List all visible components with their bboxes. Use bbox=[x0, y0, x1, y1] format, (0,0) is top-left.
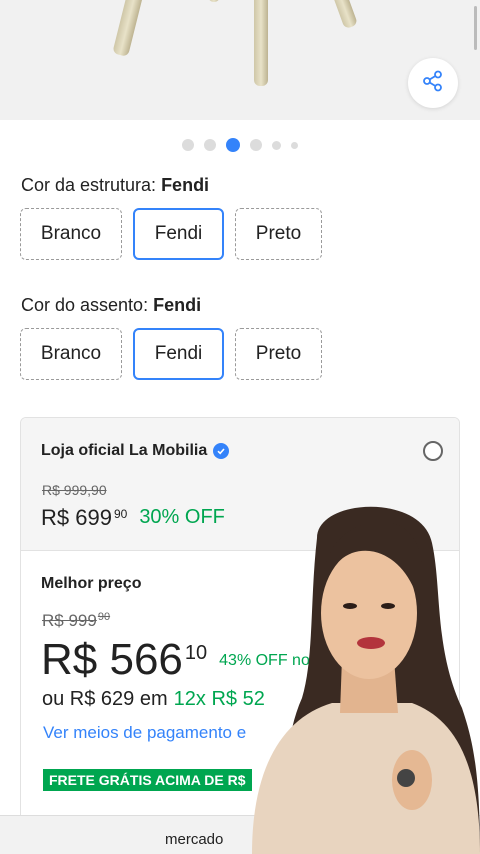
frame-color-option-fendi[interactable]: Fendi bbox=[133, 208, 224, 260]
gallery-dot[interactable] bbox=[182, 139, 194, 151]
presenter-video-overlay bbox=[252, 506, 480, 854]
verified-icon bbox=[213, 443, 230, 459]
seat-color-label-text: Cor do assento: bbox=[21, 295, 154, 315]
gallery-pagination bbox=[0, 138, 480, 152]
store-price: R$ 699 90 30% OFF bbox=[41, 505, 225, 531]
store-offer-radio[interactable] bbox=[423, 441, 443, 461]
best-price-label: Melhor preço bbox=[41, 575, 142, 592]
best-old-price-main: R$ 999 bbox=[42, 611, 97, 630]
share-icon bbox=[422, 70, 444, 97]
store-name-row: Loja oficial La Mobilia bbox=[41, 442, 230, 460]
frame-color-label: Cor da estrutura: Fendi bbox=[21, 175, 209, 196]
store-old-price: R$ 999,90 bbox=[42, 482, 107, 498]
share-button[interactable] bbox=[408, 58, 458, 108]
best-old-price: R$ 999 90 bbox=[42, 611, 110, 631]
frame-color-options: Branco Fendi Preto bbox=[20, 208, 322, 260]
free-shipping-badge: FRETE GRÁTIS ACIMA DE R$ bbox=[43, 769, 252, 791]
best-old-price-cents: 90 bbox=[97, 611, 111, 623]
best-price-main: R$ 566 bbox=[41, 635, 183, 684]
chair-leg bbox=[331, 0, 359, 30]
frame-color-option-branco[interactable]: Branco bbox=[20, 208, 122, 260]
chair-leg bbox=[254, 0, 268, 86]
store-name: Loja oficial La Mobilia bbox=[41, 442, 208, 459]
store-price-main: R$ 699 bbox=[41, 505, 112, 530]
scrollbar[interactable] bbox=[474, 6, 477, 50]
gallery-dot-active[interactable] bbox=[226, 138, 240, 152]
seat-color-selected: Fendi bbox=[153, 295, 202, 315]
frame-color-option-preto[interactable]: Preto bbox=[235, 208, 322, 260]
seat-color-options: Branco Fendi Preto bbox=[20, 328, 322, 380]
seat-color-option-branco[interactable]: Branco bbox=[20, 328, 122, 380]
installments-text: ou R$ 629 em bbox=[42, 688, 168, 710]
best-price-cents: 10 bbox=[184, 642, 208, 664]
product-page: Cor da estrutura: Fendi Branco Fendi Pre… bbox=[0, 0, 480, 854]
frame-color-selected: Fendi bbox=[161, 175, 210, 195]
seat-color-label: Cor do assento: Fendi bbox=[21, 295, 201, 316]
frame-color-label-text: Cor da estrutura: bbox=[21, 175, 162, 195]
gallery-dot[interactable] bbox=[272, 140, 281, 150]
chair-leg bbox=[112, 0, 144, 57]
store-price-cents: 90 bbox=[113, 507, 128, 521]
gallery-dot[interactable] bbox=[250, 139, 262, 151]
seat-color-option-fendi[interactable]: Fendi bbox=[133, 328, 224, 380]
gallery-dot[interactable] bbox=[204, 139, 216, 151]
chair-leg bbox=[208, 0, 220, 2]
gallery-dot[interactable] bbox=[291, 141, 298, 149]
store-discount: 30% OFF bbox=[139, 506, 225, 528]
product-image[interactable] bbox=[0, 0, 480, 120]
payment-methods-link[interactable]: Ver meios de pagamento e bbox=[43, 723, 246, 743]
url-text: mercado bbox=[165, 831, 224, 848]
seat-color-option-preto[interactable]: Preto bbox=[235, 328, 322, 380]
